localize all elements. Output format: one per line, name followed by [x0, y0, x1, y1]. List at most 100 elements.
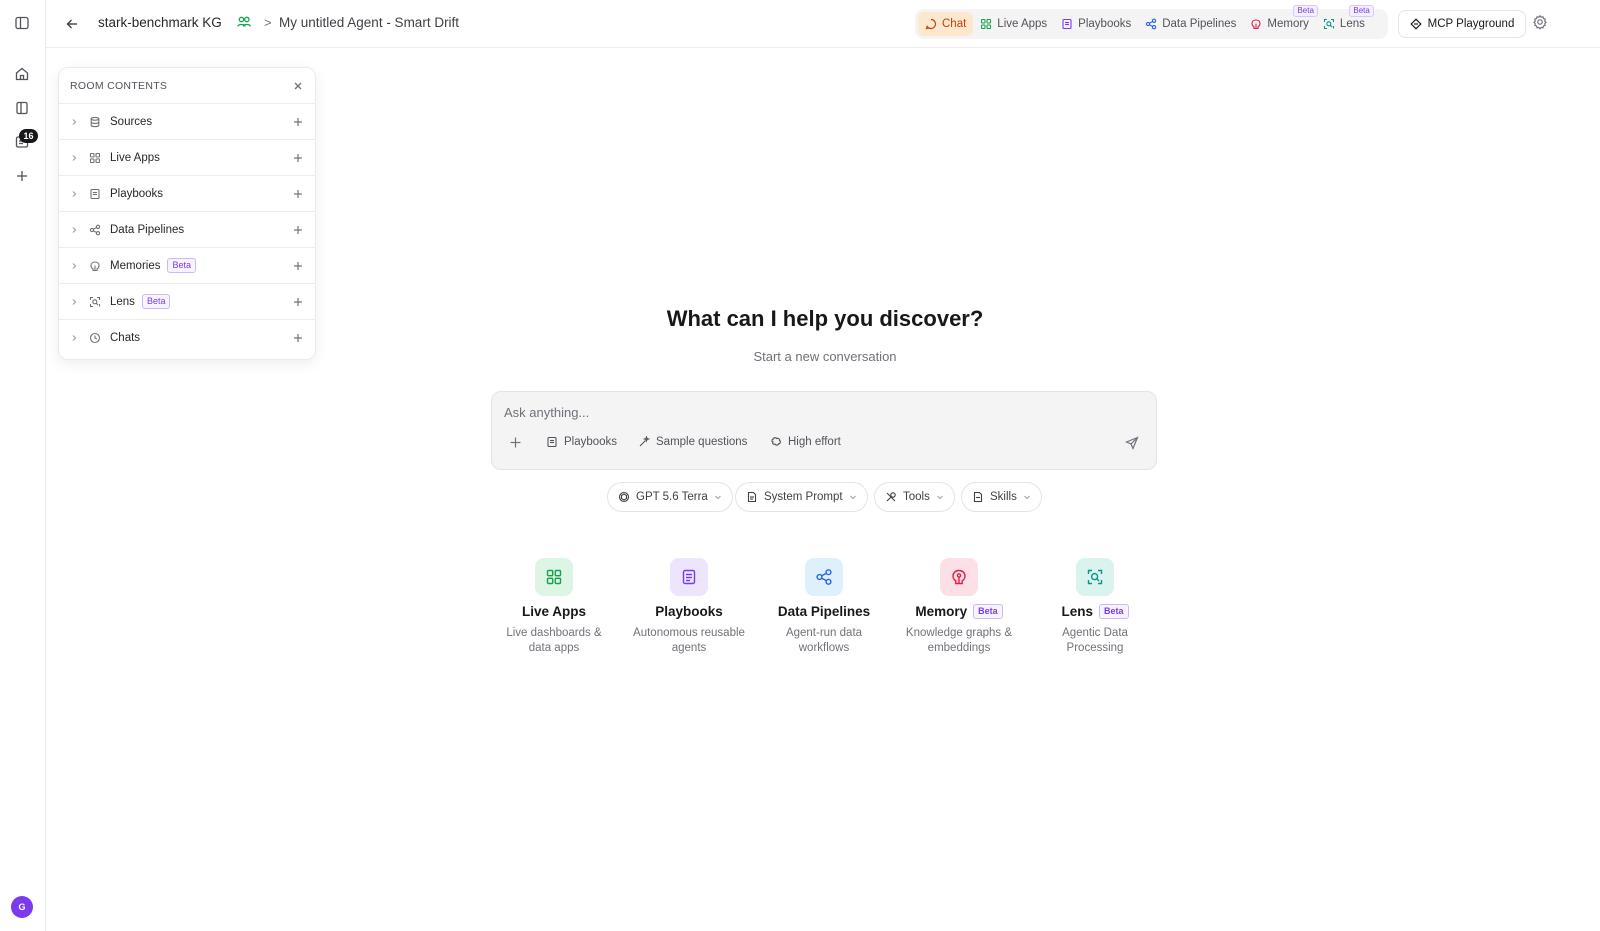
tab-memory[interactable]: Memory Beta [1243, 5, 1318, 36]
chevron-right-icon[interactable] [70, 226, 84, 234]
room-item-chats[interactable]: Chats [59, 320, 315, 356]
attach-plus-icon[interactable] [509, 436, 522, 449]
people-icon[interactable] [236, 14, 252, 30]
chevron-down-icon [714, 493, 722, 501]
playbooks-tool-button[interactable]: Playbooks [546, 436, 617, 448]
add-icon[interactable] [293, 297, 303, 307]
skills-label: Skills [990, 491, 1017, 503]
file-icon [972, 491, 984, 503]
model-select[interactable]: GPT 5.6 Terra [607, 482, 733, 512]
book-icon[interactable] [11, 97, 33, 119]
feature-lens[interactable]: Lens Beta Agentic Data Processing [1030, 558, 1160, 656]
brain-icon [940, 558, 978, 596]
ai-model-icon [618, 491, 630, 503]
feature-title: Memory Beta [894, 604, 1024, 619]
room-item-sources[interactable]: Sources [59, 104, 315, 140]
feature-memory[interactable]: Memory Beta Knowledge graphs & embeddings [894, 558, 1024, 656]
feature-desc-line: Knowledge graphs & [905, 627, 1013, 639]
high-effort-button[interactable]: High effort [770, 436, 841, 448]
tab-label: Playbooks [1078, 18, 1132, 30]
gear-icon[interactable] [1532, 14, 1548, 30]
wrench-icon [885, 491, 897, 503]
chevron-right-icon[interactable] [70, 118, 84, 126]
document-icon [746, 491, 758, 503]
tool-label: Sample questions [656, 436, 748, 448]
system-prompt-select[interactable]: System Prompt [735, 482, 868, 512]
feature-desc-line: Agentic Data [1062, 627, 1128, 639]
system-prompt-label: System Prompt [764, 491, 843, 503]
tab-playbooks[interactable]: Playbooks [1054, 12, 1138, 36]
plus-icon[interactable] [11, 165, 33, 187]
avatar[interactable]: G [11, 896, 33, 918]
back-arrow-icon[interactable] [62, 14, 82, 34]
feature-title-text: Live Apps [521, 604, 586, 619]
panel-header: ROOM CONTENTS [59, 68, 315, 104]
feature-desc-line: workflows [798, 642, 850, 654]
feature-live-apps[interactable]: Live Apps Live dashboards & data apps [489, 558, 619, 656]
feature-title: Data Pipelines [759, 604, 889, 619]
tab-label: Memory [1267, 18, 1309, 30]
feature-playbooks[interactable]: Playbooks Autonomous reusable agents [624, 558, 754, 656]
tab-label: Data Pipelines [1162, 18, 1237, 30]
pipeline-icon [89, 224, 103, 236]
tab-label: Chat [942, 18, 967, 30]
sample-questions-button[interactable]: Sample questions [638, 436, 747, 448]
feature-desc: Autonomous reusable agents [624, 626, 754, 656]
chevron-right-icon[interactable] [70, 190, 84, 198]
lens-icon [89, 296, 103, 308]
database-icon [89, 116, 103, 128]
add-icon[interactable] [293, 117, 303, 127]
room-item-label: Lens [110, 295, 135, 308]
room-item-live-apps[interactable]: Live Apps [59, 140, 315, 176]
close-icon[interactable] [293, 81, 303, 91]
sidebar-toggle-icon[interactable] [11, 12, 33, 34]
chevron-right-icon[interactable] [70, 298, 84, 306]
add-icon[interactable] [293, 153, 303, 163]
add-icon[interactable] [293, 225, 303, 235]
chevron-down-icon [936, 493, 944, 501]
feature-desc: Agent-run data workflows [759, 626, 889, 656]
skills-select[interactable]: Skills [961, 482, 1042, 512]
feature-desc-line: embeddings [927, 642, 991, 654]
chevron-right-icon[interactable] [70, 334, 84, 342]
breadcrumb-workspace[interactable]: stark-benchmark KG [98, 15, 222, 30]
chevron-right-icon[interactable] [70, 262, 84, 270]
chat-input[interactable]: Ask anything... [504, 405, 589, 420]
chevron-right-icon[interactable] [70, 154, 84, 162]
clock-icon [89, 332, 103, 344]
magic-wand-icon [638, 436, 650, 448]
room-item-lens[interactable]: Lens Beta [59, 284, 315, 320]
beta-badge: Beta [1099, 604, 1129, 619]
feature-data-pipelines[interactable]: Data Pipelines Agent-run data workflows [759, 558, 889, 656]
feature-title-text: Data Pipelines [777, 604, 871, 619]
tab-lens[interactable]: Lens Beta [1316, 5, 1374, 36]
notification-badge: 16 [19, 129, 38, 143]
page-title: What can I help you discover? [666, 306, 984, 331]
mcp-playground-button[interactable]: MCP Playground [1398, 10, 1526, 38]
feature-title: Live Apps [489, 604, 619, 619]
add-icon[interactable] [293, 333, 303, 343]
tab-live-apps[interactable]: Live Apps [973, 12, 1054, 36]
room-item-label: Memories [110, 259, 161, 272]
tools-label: Tools [903, 491, 930, 503]
room-item-playbooks[interactable]: Playbooks [59, 176, 315, 212]
feature-desc: Agentic Data Processing [1030, 626, 1160, 656]
tools-select[interactable]: Tools [874, 482, 955, 512]
pipeline-icon [805, 558, 843, 596]
beta-badge: Beta [1293, 5, 1318, 17]
room-item-memories[interactable]: Memories Beta [59, 248, 315, 284]
breadcrumb-agent-name[interactable]: My untitled Agent - Smart Drift [279, 15, 459, 30]
home-icon[interactable] [11, 63, 33, 85]
room-item-label: Sources [110, 115, 153, 128]
feature-desc: Knowledge graphs & embeddings [894, 626, 1024, 656]
add-icon[interactable] [293, 261, 303, 271]
room-item-label: Chats [110, 332, 141, 344]
room-item-data-pipelines[interactable]: Data Pipelines [59, 212, 315, 248]
chat-composer: Ask anything... Playbooks Sample questio… [491, 391, 1157, 470]
send-icon[interactable] [1125, 436, 1139, 450]
tab-chat[interactable]: Chat [918, 12, 974, 36]
tab-data-pipelines[interactable]: Data Pipelines [1138, 12, 1243, 36]
add-icon[interactable] [293, 189, 303, 199]
grid-icon [535, 558, 573, 596]
beta-badge: Beta [167, 258, 196, 273]
